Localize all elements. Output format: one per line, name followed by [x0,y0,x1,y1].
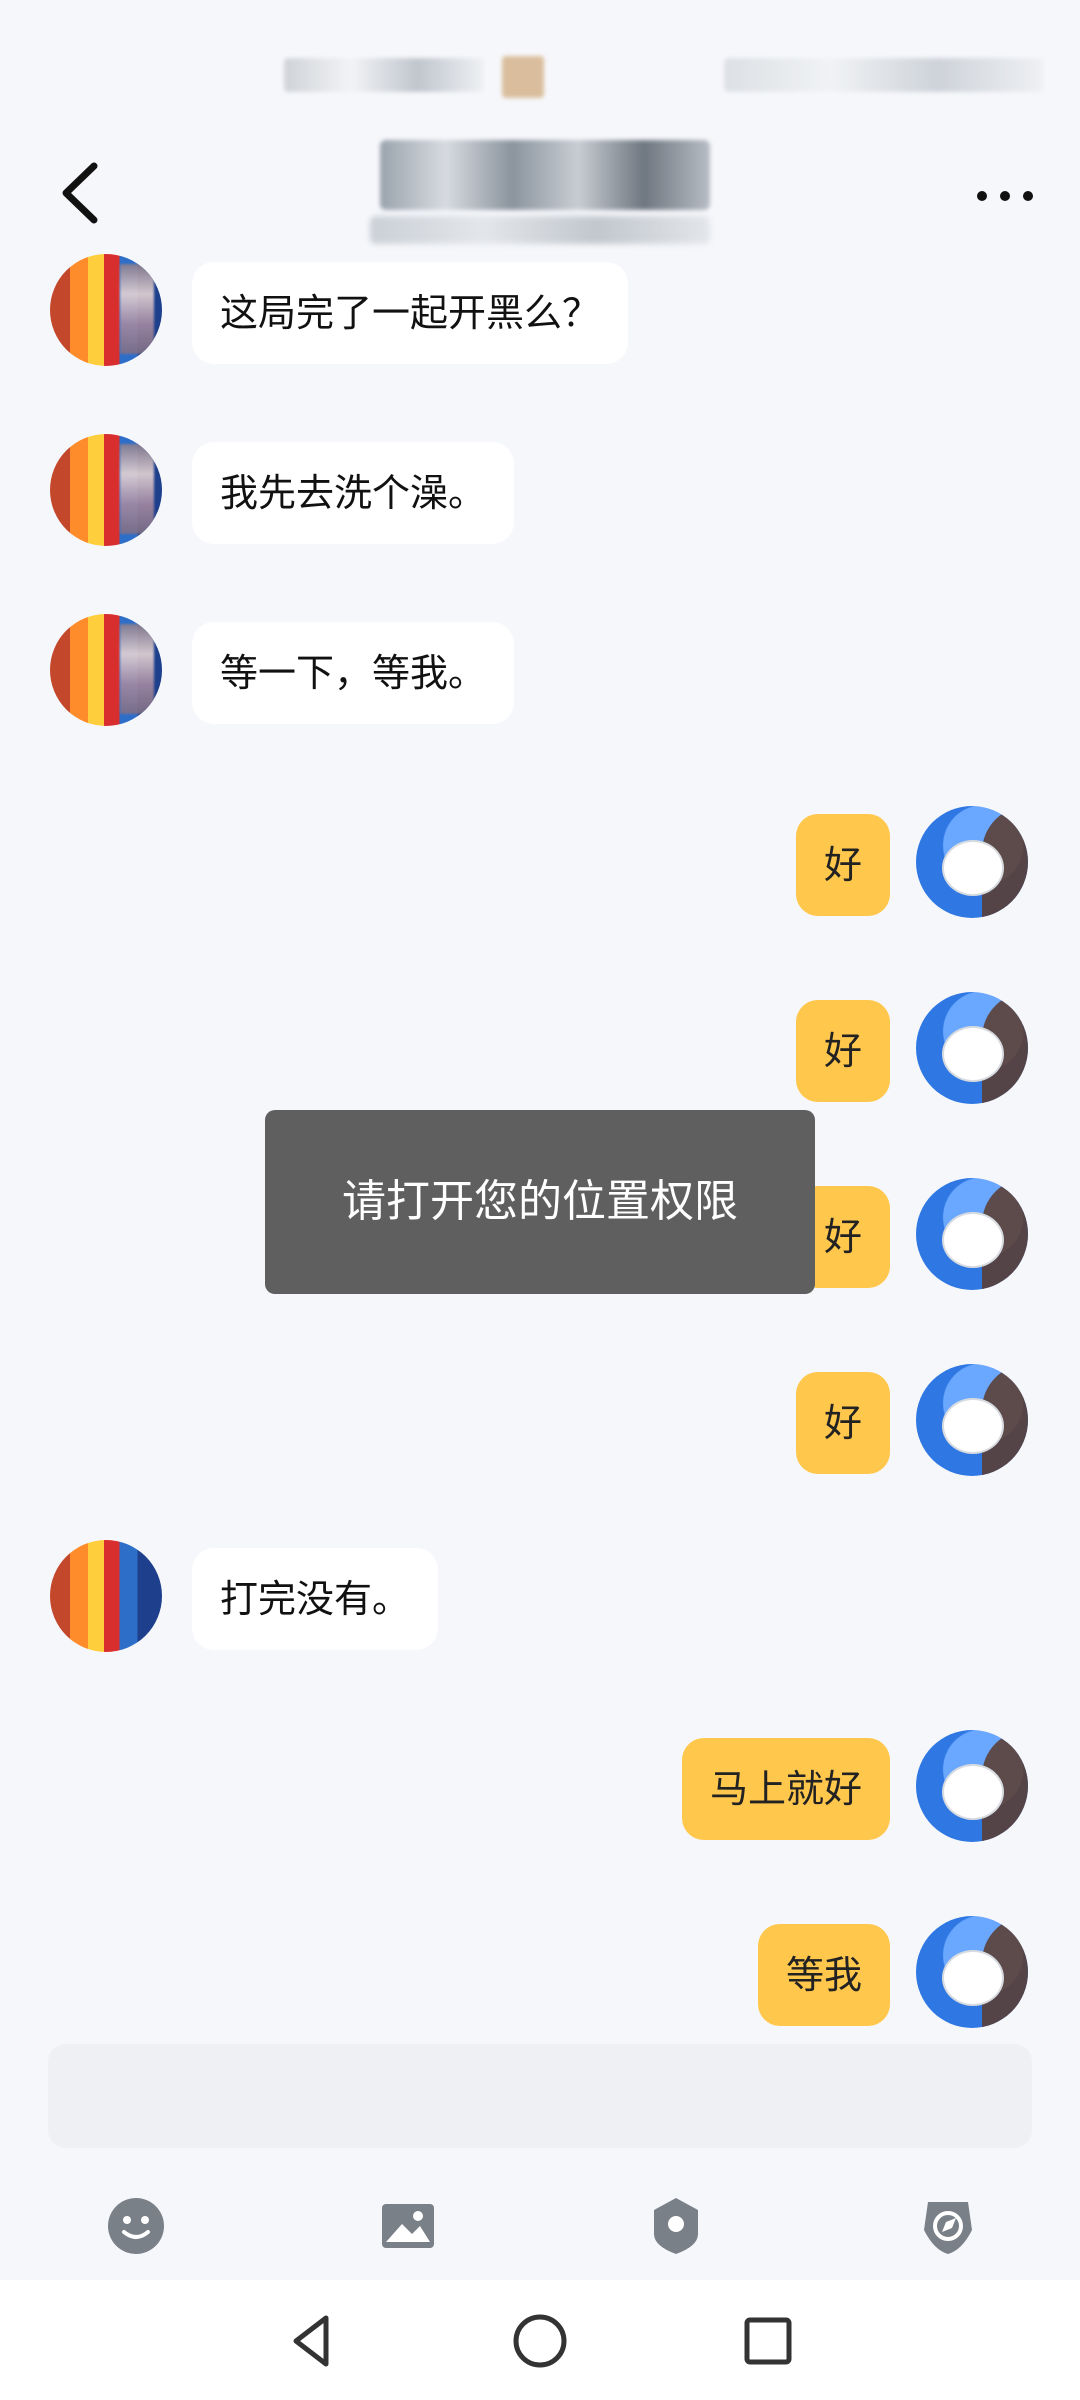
message-bubble[interactable]: 好 [795,1372,890,1474]
message-bubble[interactable]: 等我 [757,1924,890,2026]
chat-title-blurred [380,140,710,210]
back-button[interactable] [50,158,120,228]
location-button[interactable] [640,2190,712,2262]
back-triangle-icon [293,2315,329,2367]
message-bubble[interactable]: 我先去洗个澡。 [192,442,515,544]
cat-avatar[interactable] [916,806,1028,918]
location-permission-toast: 请打开您的位置权限 [265,1110,815,1294]
chat-header [0,140,1080,250]
location-shield-icon [654,2198,698,2254]
emoji-button[interactable] [100,2190,172,2262]
emoji-icon [108,2198,164,2254]
pencils-avatar[interactable] [50,1540,162,1652]
message-bubble[interactable]: 等一下，等我。 [192,622,515,724]
input-toolbar [0,2160,1080,2280]
cat-avatar[interactable] [916,992,1028,1104]
system-nav-bar [0,2280,1080,2400]
more-options-button[interactable] [970,176,1040,216]
compass-button[interactable] [912,2190,984,2262]
nav-home-button[interactable] [505,2306,575,2376]
pencils-avatar[interactable] [50,614,162,726]
recents-square-icon [744,2317,792,2365]
image-button[interactable] [372,2190,444,2262]
home-circle-icon [513,2314,567,2368]
pencils-avatar[interactable] [50,434,162,546]
message-bubble[interactable]: 打完没有。 [192,1548,439,1650]
cat-avatar[interactable] [916,1916,1028,2028]
image-icon [382,2204,434,2248]
chevron-left-icon [62,162,98,224]
message-bubble[interactable]: 马上就好 [681,1738,890,1840]
cat-avatar[interactable] [916,1364,1028,1476]
cat-avatar[interactable] [916,1730,1028,1842]
compass-icon [924,2202,972,2254]
status-bar [0,0,1080,140]
message-input[interactable] [48,2044,1032,2148]
chat-subtitle-blurred [370,216,710,244]
more-horizontal-icon [977,191,1033,201]
nav-back-button[interactable] [278,2306,348,2376]
nav-recents-button[interactable] [733,2306,803,2376]
cat-avatar[interactable] [916,1178,1028,1290]
pencils-avatar[interactable] [50,254,162,366]
message-bubble[interactable]: 好 [795,814,890,916]
message-bubble[interactable]: 好 [795,1000,890,1102]
message-bubble[interactable]: 这局完了一起开黑么？ [192,262,629,364]
